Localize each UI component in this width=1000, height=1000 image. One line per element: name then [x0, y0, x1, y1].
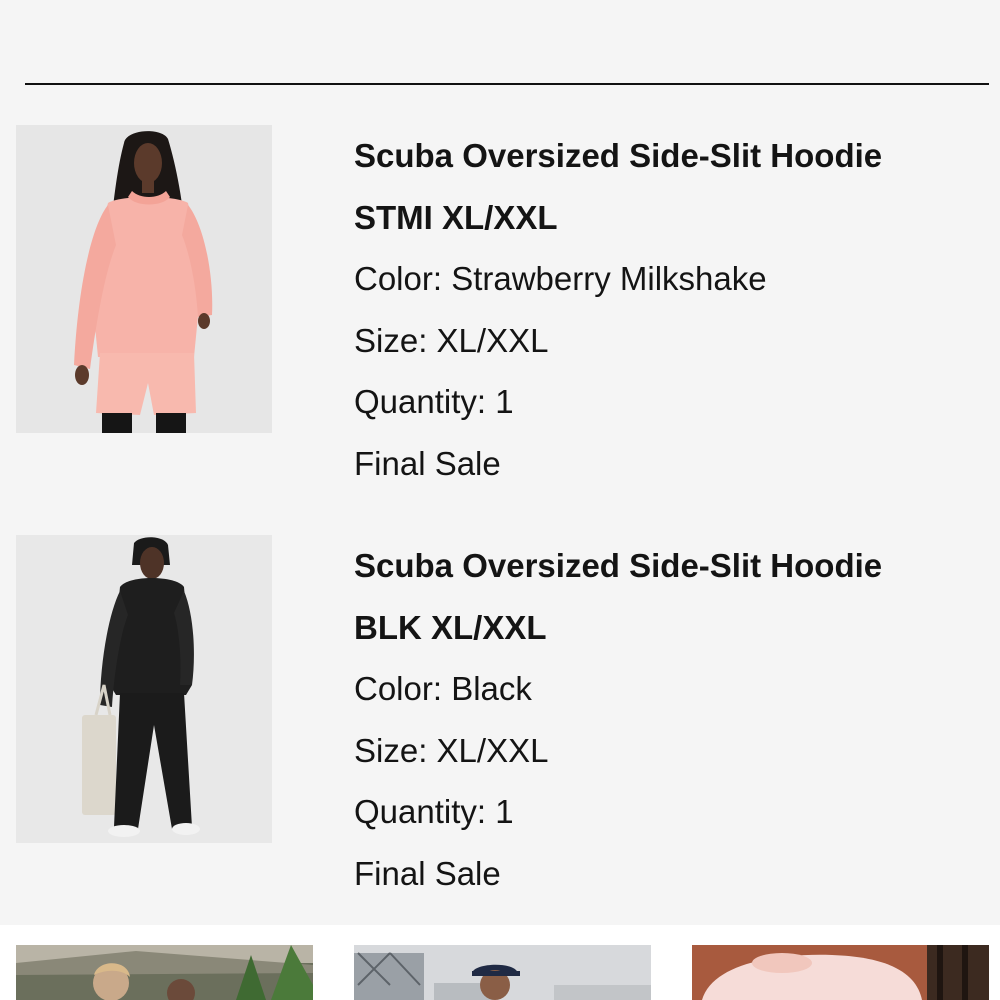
promo-image [692, 945, 989, 1000]
item-details: Scuba Oversized Side-Slit Hoodie BLK XL/… [354, 535, 984, 904]
product-name[interactable]: Scuba Oversized Side-Slit Hoodie [354, 125, 984, 187]
product-image-black[interactable] [16, 535, 272, 843]
product-photo [16, 125, 272, 433]
promo-tile-2[interactable] [354, 945, 651, 1000]
product-size: Size: XL/XXL [354, 731, 549, 769]
product-name[interactable]: Scuba Oversized Side-Slit Hoodie [354, 535, 984, 597]
promo-tile-3[interactable] [692, 945, 989, 1000]
product-color: Color: Strawberry Milkshake [354, 260, 767, 297]
order-item: Scuba Oversized Side-Slit Hoodie BLK XL/… [0, 535, 1000, 892]
sale-note: Final Sale [354, 444, 501, 482]
product-sku: BLK XL/XXL [354, 608, 547, 646]
product-sku: STMI XL/XXL [354, 198, 558, 236]
order-summary-page: Scuba Oversized Side-Slit Hoodie STMI XL… [0, 0, 1000, 1000]
product-size: Size: XL/XXL [354, 321, 549, 359]
promo-tile-1[interactable] [16, 945, 313, 1000]
product-image-strawberry-milkshake[interactable] [16, 125, 272, 433]
order-item: Scuba Oversized Side-Slit Hoodie STMI XL… [0, 125, 1000, 482]
product-photo [16, 535, 272, 843]
section-divider [25, 83, 989, 85]
item-details: Scuba Oversized Side-Slit Hoodie STMI XL… [354, 125, 984, 494]
promo-image [16, 945, 313, 1000]
product-color: Color: Black [354, 670, 532, 707]
promo-image [354, 945, 651, 1000]
product-quantity: Quantity: 1 [354, 793, 514, 830]
product-quantity: Quantity: 1 [354, 383, 514, 420]
sale-note: Final Sale [354, 854, 501, 892]
